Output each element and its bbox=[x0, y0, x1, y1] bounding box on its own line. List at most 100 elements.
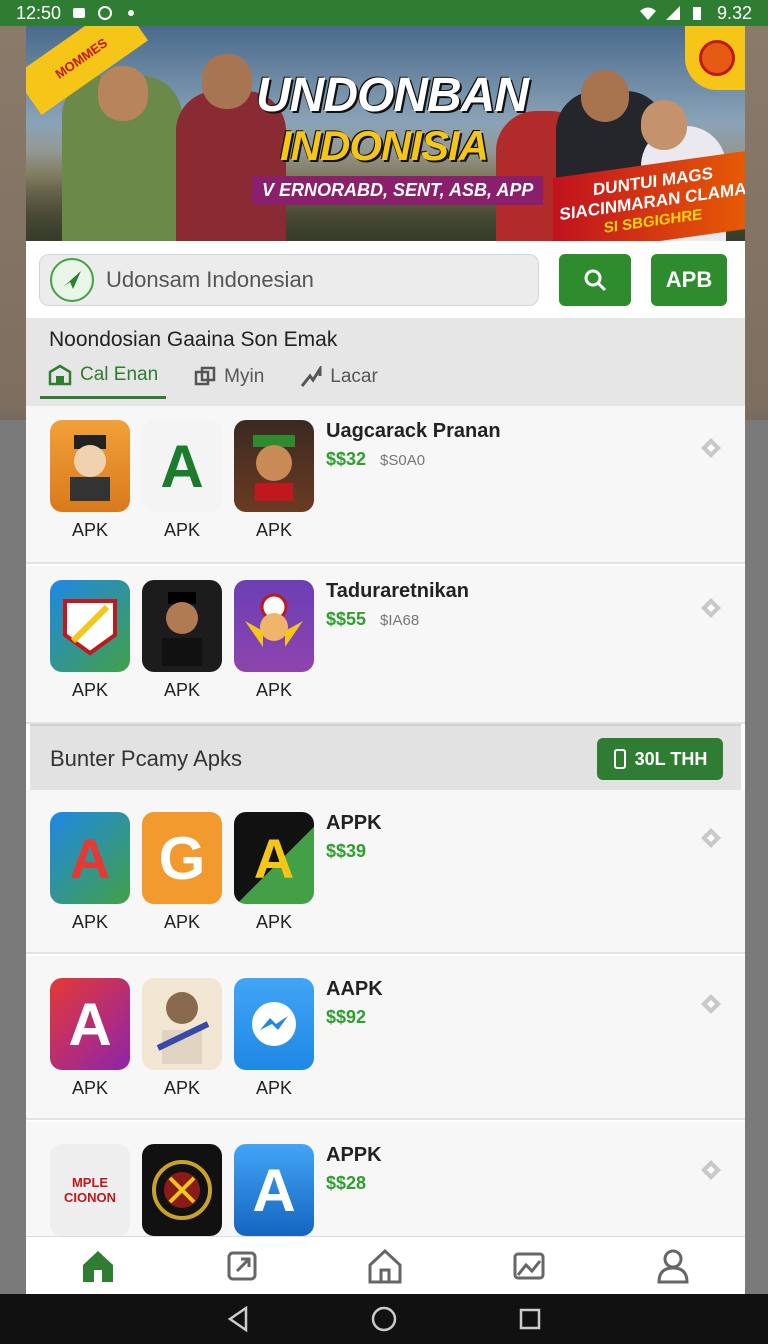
app-label: APK bbox=[163, 680, 201, 700]
diamond-icon[interactable] bbox=[699, 596, 723, 620]
dot-icon bbox=[123, 5, 139, 21]
list-item[interactable]: APK A APK APK Uagcarack Pranan $$32 $S0A… bbox=[26, 406, 745, 564]
badge-app-icon bbox=[50, 580, 130, 672]
banner-person-head bbox=[202, 54, 252, 109]
recents-icon[interactable] bbox=[518, 1307, 542, 1331]
search-icon bbox=[584, 269, 607, 292]
app-tile[interactable]: APK bbox=[142, 580, 222, 701]
app-label: APK bbox=[71, 680, 109, 700]
appx-app-icon: A bbox=[50, 812, 130, 904]
app-tile[interactable]: APK bbox=[234, 420, 314, 541]
tab-label: Lacar bbox=[330, 365, 378, 387]
document-app-icon: MPLE CIONON bbox=[50, 1144, 130, 1236]
notification-icon bbox=[71, 5, 87, 21]
diamond-icon[interactable] bbox=[699, 436, 723, 460]
apk-a-app-icon: A bbox=[142, 420, 222, 512]
old-price: $S0A0 bbox=[380, 452, 426, 469]
app-label: APK bbox=[255, 1078, 293, 1098]
app-tile[interactable] bbox=[142, 1144, 222, 1236]
app-card: MOMMES UNDONBAN INDONISIA V ERNORABD, SE… bbox=[26, 26, 745, 1294]
store-icon[interactable] bbox=[365, 1246, 405, 1286]
search-input[interactable]: Udonsam Indonesian bbox=[39, 254, 539, 306]
tab-cal-enan[interactable]: Cal Enan bbox=[40, 360, 167, 399]
search-button[interactable] bbox=[559, 254, 631, 306]
apb-button[interactable]: APB bbox=[651, 254, 727, 306]
app-tile[interactable]: APK bbox=[50, 580, 130, 701]
app-tile[interactable]: APK bbox=[234, 580, 314, 701]
app-tile[interactable]: A bbox=[234, 1144, 314, 1236]
layers-icon bbox=[194, 366, 216, 385]
clock: 12:50 bbox=[16, 2, 62, 23]
tab-lacar[interactable]: Lacar bbox=[292, 360, 386, 399]
person-app-icon bbox=[142, 978, 222, 1070]
app-tile[interactable]: MPLE CIONON bbox=[50, 1144, 130, 1236]
section-header: Noondosian Gaaina Son Emak Cal Enan Myin… bbox=[26, 318, 745, 406]
banner-person-head bbox=[641, 100, 687, 150]
row-title: Uagcarack Pranan bbox=[326, 420, 501, 442]
signal-icon bbox=[665, 5, 681, 21]
row-title: APPK bbox=[326, 812, 382, 834]
status-bar: 12:50 9.32 bbox=[0, 0, 768, 26]
app-tile[interactable]: A APK bbox=[50, 978, 130, 1099]
store-icon bbox=[48, 364, 72, 386]
list-item[interactable]: MPLE CIONON A APPK $$28 bbox=[26, 1122, 745, 1242]
app-tile[interactable]: A APK bbox=[50, 812, 130, 933]
background-right bbox=[744, 420, 768, 1294]
gallery-icon[interactable] bbox=[509, 1246, 549, 1286]
list-item[interactable]: APK APK APK Taduraretnikan $$55 $IA68 bbox=[26, 566, 745, 724]
app-label: APK bbox=[71, 912, 109, 932]
app-tile[interactable]: G APK bbox=[142, 812, 222, 933]
app-logo-icon bbox=[50, 258, 94, 302]
mascot-app-icon bbox=[234, 580, 314, 672]
app-label: APK bbox=[163, 520, 201, 540]
system-nav-bar bbox=[0, 1294, 768, 1344]
section-title: Noondosian Gaaina Son Emak bbox=[49, 328, 338, 351]
home-circle-icon[interactable] bbox=[370, 1305, 398, 1333]
price: $$92 bbox=[326, 1007, 367, 1027]
battery-icon bbox=[691, 5, 707, 21]
portrait-app-icon bbox=[142, 580, 222, 672]
a-blue-app-icon: A bbox=[234, 1144, 314, 1236]
old-price: $IA68 bbox=[380, 612, 420, 629]
app-tile[interactable]: A APK bbox=[234, 812, 314, 933]
app-label: APK bbox=[163, 1078, 201, 1098]
list-item[interactable]: A APK G APK A APK APPK $$39 bbox=[26, 790, 745, 954]
sun-badge-icon bbox=[685, 26, 745, 90]
seal-app-icon bbox=[142, 1144, 222, 1236]
price: $$39 bbox=[326, 841, 367, 861]
profile-icon[interactable] bbox=[653, 1246, 693, 1286]
dark-a-app-icon: A bbox=[234, 812, 314, 904]
tab-label: Myin bbox=[224, 365, 265, 387]
banner-title-2: INDONISIA bbox=[280, 122, 489, 169]
see-all-label: 30L THH bbox=[634, 748, 708, 769]
cartoon-app-icon bbox=[234, 420, 314, 512]
app-label: APK bbox=[71, 520, 109, 540]
app-label: APK bbox=[255, 912, 293, 932]
app-tile[interactable]: APK bbox=[142, 978, 222, 1099]
trending-icon bbox=[301, 365, 322, 387]
price: $$32 bbox=[326, 449, 367, 469]
back-icon[interactable] bbox=[226, 1306, 250, 1332]
app-label: APK bbox=[255, 680, 293, 700]
avatar-app-icon bbox=[50, 420, 130, 512]
tab-label: Cal Enan bbox=[80, 364, 159, 385]
diamond-icon[interactable] bbox=[699, 992, 723, 1016]
banner-subtitle: V ERNORABD, SENT, ASB, APP bbox=[252, 176, 544, 205]
promo-banner[interactable]: MOMMES UNDONBAN INDONISIA V ERNORABD, SE… bbox=[26, 26, 745, 241]
app-label: APK bbox=[71, 1078, 109, 1098]
row-title: APPK bbox=[326, 1144, 382, 1166]
bottom-nav bbox=[26, 1236, 745, 1294]
diamond-icon[interactable] bbox=[699, 826, 723, 850]
tab-myin[interactable]: Myin bbox=[186, 360, 272, 399]
price: $$28 bbox=[326, 1173, 367, 1193]
diamond-icon[interactable] bbox=[699, 1158, 723, 1182]
app-tile[interactable]: APK bbox=[50, 420, 130, 541]
app-tile[interactable]: APK bbox=[234, 978, 314, 1099]
list-item[interactable]: A APK APK APK AAPK $$92 bbox=[26, 956, 745, 1120]
app-label: APK bbox=[255, 520, 293, 540]
see-all-button[interactable]: 30L THH bbox=[597, 738, 723, 780]
app-tile[interactable]: A APK bbox=[142, 420, 222, 541]
home-icon[interactable] bbox=[78, 1246, 118, 1286]
row-title: Taduraretnikan bbox=[326, 580, 469, 602]
share-icon[interactable] bbox=[222, 1246, 262, 1286]
